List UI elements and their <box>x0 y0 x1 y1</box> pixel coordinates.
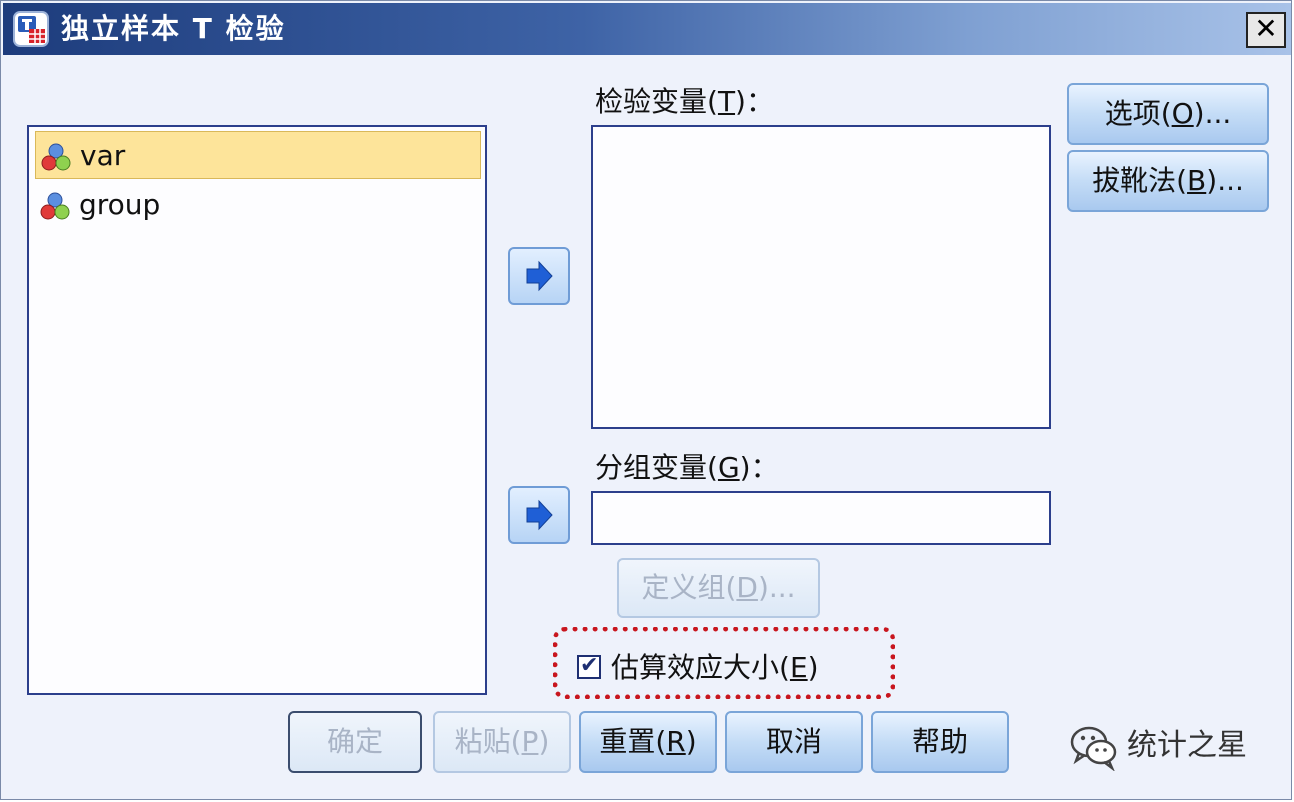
grouping-variable-field[interactable] <box>591 491 1051 545</box>
help-button[interactable]: 帮助 <box>871 711 1009 773</box>
title-bar[interactable]: 独立样本 T 检验 ✕ <box>3 3 1291 55</box>
wechat-icon <box>1070 726 1117 771</box>
watermark-text: 统计之星 <box>1127 728 1247 763</box>
list-item-group[interactable]: group <box>35 181 481 229</box>
scale-variable-icon <box>41 143 71 171</box>
ok-button[interactable]: 确定 <box>288 711 422 773</box>
test-variables-list[interactable] <box>591 125 1051 429</box>
test-variables-label: 检验变量(T)： <box>595 85 774 118</box>
estimate-effect-size-label[interactable]: 估算效应大小(E) <box>611 651 819 685</box>
right-arrow-icon <box>526 260 553 292</box>
options-button[interactable]: 选项(O)... <box>1067 83 1269 145</box>
app-icon <box>13 11 49 47</box>
cancel-button[interactable]: 取消 <box>725 711 863 773</box>
close-icon: ✕ <box>1254 12 1278 45</box>
window-title: 独立样本 T 检验 <box>61 12 286 45</box>
bootstrap-button[interactable]: 拔靴法(B)... <box>1067 150 1269 212</box>
reset-button[interactable]: 重置(R) <box>579 711 717 773</box>
estimate-effect-size-checkbox[interactable]: ✔ <box>577 653 601 679</box>
scale-variable-icon <box>40 192 70 220</box>
list-item-label: var <box>80 139 126 172</box>
list-item-var[interactable]: var <box>35 131 481 179</box>
move-to-grouping-variable-button[interactable] <box>508 486 570 544</box>
move-to-test-variables-button[interactable] <box>508 247 570 305</box>
define-groups-button[interactable]: 定义组(D)... <box>617 558 820 618</box>
list-item-label: group <box>79 188 161 221</box>
paste-button[interactable]: 粘贴(P) <box>433 711 571 773</box>
right-arrow-icon <box>526 499 553 531</box>
checkmark-icon: ✔ <box>580 653 599 678</box>
close-button[interactable]: ✕ <box>1246 12 1286 48</box>
source-variable-list[interactable]: var group <box>27 125 487 695</box>
dialog-window: 独立样本 T 检验 ✕ var group 检验变量(T)： 分组变量(G)： … <box>0 0 1292 800</box>
grouping-variable-label: 分组变量(G)： <box>595 451 779 484</box>
